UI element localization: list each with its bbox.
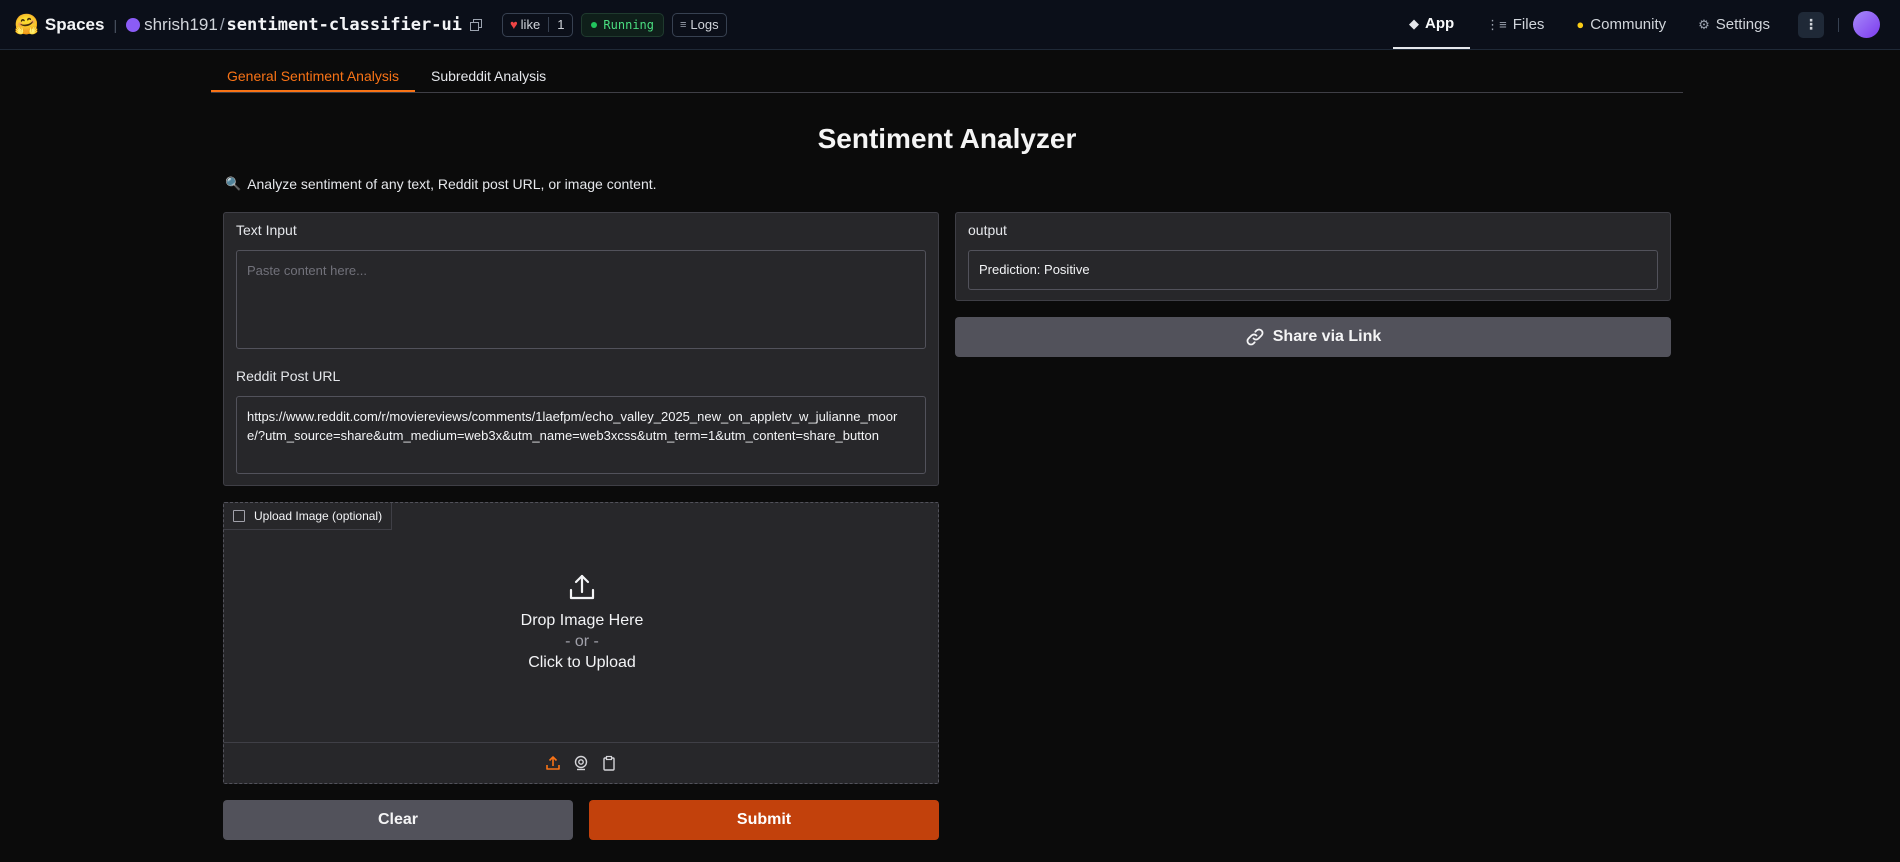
- page-title: Sentiment Analyzer: [817, 123, 1077, 154]
- tab-subreddit-analysis[interactable]: Subreddit Analysis: [415, 68, 562, 92]
- output-label: output: [968, 222, 1007, 238]
- output-field[interactable]: Prediction: Positive: [968, 250, 1658, 290]
- divider: [1838, 17, 1839, 32]
- separator: |: [113, 16, 118, 33]
- owner-avatar[interactable]: [126, 17, 141, 32]
- output-panel: output Prediction: Positive: [955, 212, 1671, 301]
- magnifier-icon: 🔍: [225, 176, 242, 191]
- share-via-link-button[interactable]: Share via Link: [955, 317, 1671, 357]
- huggingface-logo-icon[interactable]: 🤗: [14, 15, 39, 35]
- or-text: - or -: [565, 633, 599, 650]
- app-tabs: General Sentiment Analysis Subreddit Ana…: [211, 68, 1683, 93]
- intro-text: 🔍 Analyze sentiment of any text, Reddit …: [225, 176, 657, 192]
- gear-icon: ⚙: [1698, 16, 1710, 32]
- link-icon: [1246, 328, 1264, 346]
- heart-icon: ♥: [509, 17, 518, 32]
- text-input-placeholder: Paste content here...: [247, 263, 367, 278]
- like-count[interactable]: 1: [548, 17, 572, 32]
- tab-general-sentiment-analysis[interactable]: General Sentiment Analysis: [211, 68, 415, 92]
- status-dot-icon: [591, 21, 598, 28]
- navbar-right: ◆ App ⋮≡ Files ● Community ⚙ Settings ⋮: [1392, 0, 1900, 49]
- output-value: Prediction: Positive: [979, 262, 1090, 277]
- clear-button[interactable]: Clear: [223, 800, 573, 840]
- upload-arrow-icon: [569, 574, 595, 600]
- like-label: like: [520, 17, 541, 32]
- files-icon: ⋮≡: [1486, 16, 1507, 32]
- more-options-icon[interactable]: ⋮: [1798, 11, 1824, 38]
- upload-icon[interactable]: [545, 755, 561, 771]
- repo-separator: /: [219, 14, 225, 34]
- nav-tab-label: Files: [1512, 16, 1545, 33]
- image-icon: [233, 510, 245, 522]
- repo-name-link[interactable]: sentiment-classifier-ui: [227, 15, 462, 35]
- nav-tab-label: Settings: [1715, 16, 1770, 33]
- user-avatar[interactable]: [1853, 11, 1880, 38]
- reddit-url-value: https://www.reddit.com/r/moviereviews/co…: [247, 409, 898, 443]
- nav-tab-settings[interactable]: ⚙ Settings: [1682, 0, 1786, 49]
- image-upload-dropzone[interactable]: Upload Image (optional) Drop Image Here …: [223, 502, 939, 784]
- drop-image-text: Drop Image Here: [520, 612, 644, 629]
- clipboard-icon[interactable]: [601, 755, 617, 771]
- nav-tab-label: Community: [1590, 16, 1667, 33]
- copy-icon[interactable]: [469, 18, 482, 31]
- click-to-upload-text: Click to Upload: [528, 654, 636, 671]
- upload-label-text: Upload Image (optional): [254, 509, 383, 523]
- reddit-url-label: Reddit Post URL: [236, 368, 341, 384]
- input-panel: Text Input Paste content here... Reddit …: [223, 212, 939, 486]
- status-text: Running: [603, 17, 654, 32]
- nav-tab-community[interactable]: ● Community: [1560, 0, 1682, 49]
- submit-button[interactable]: Submit: [589, 800, 939, 840]
- upload-label: Upload Image (optional): [224, 503, 393, 530]
- navbar-left: 🤗 Spaces | shrish191 / sentiment-classif…: [0, 0, 727, 49]
- logs-icon: ≡: [680, 18, 687, 31]
- share-label: Share via Link: [1272, 328, 1382, 345]
- reddit-url-field[interactable]: https://www.reddit.com/r/moviereviews/co…: [236, 396, 926, 474]
- cube-icon: ◆: [1408, 15, 1419, 31]
- nav-tab-files[interactable]: ⋮≡ Files: [1470, 0, 1560, 49]
- logs-button[interactable]: ≡ Logs: [672, 12, 727, 37]
- webcam-icon[interactable]: [573, 755, 589, 771]
- upload-source-bar: [224, 742, 938, 783]
- top-navbar: 🤗 Spaces | shrish191 / sentiment-classif…: [0, 0, 1900, 50]
- intro-label: Analyze sentiment of any text, Reddit po…: [247, 176, 657, 192]
- text-input-label: Text Input: [236, 222, 297, 238]
- gradio-app: General Sentiment Analysis Subreddit Ana…: [0, 50, 1900, 862]
- status-badge[interactable]: Running: [581, 12, 664, 37]
- nav-tab-label: App: [1424, 15, 1455, 32]
- text-input-field[interactable]: Paste content here...: [236, 250, 926, 349]
- community-icon: ●: [1576, 17, 1585, 32]
- like-button[interactable]: ♥ like 1: [501, 12, 574, 37]
- owner-link[interactable]: shrish191: [144, 15, 218, 35]
- nav-tab-app[interactable]: ◆ App: [1392, 0, 1471, 49]
- upload-prompt[interactable]: Drop Image Here - or - Click to Upload: [224, 573, 940, 672]
- spaces-link[interactable]: Spaces: [45, 15, 105, 35]
- logs-label: Logs: [690, 17, 719, 32]
